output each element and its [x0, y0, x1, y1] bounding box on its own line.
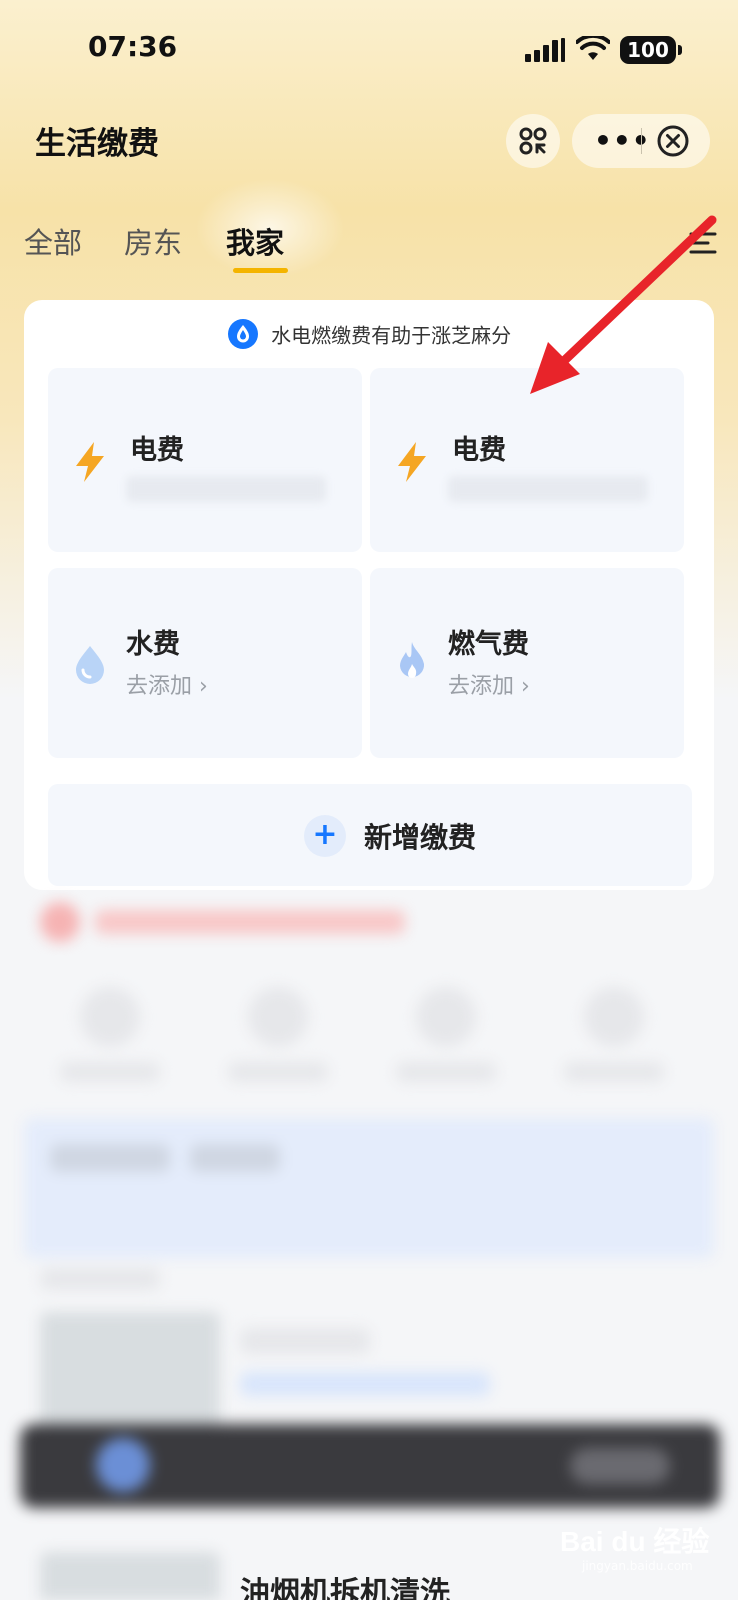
- blurred-floating-avatar: [96, 1438, 150, 1492]
- blurred-section-label: [40, 1268, 160, 1290]
- plus-icon: +: [304, 815, 346, 857]
- blurred-account-info: [126, 476, 326, 502]
- bill-tile-gas[interactable]: 燃气费 去添加 ›: [370, 568, 684, 758]
- blurred-shortcut-icon: [416, 987, 476, 1047]
- blurred-shortcut-label: [396, 1062, 496, 1082]
- tile-title: 水费: [126, 629, 180, 660]
- battery-indicator: 100: [620, 36, 682, 64]
- blurred-shortcut-icon: [248, 987, 308, 1047]
- tab-landlord[interactable]: 房东: [124, 220, 182, 262]
- watermark-text: Bai du 经验: [560, 1526, 710, 1557]
- partial-product-title: 油烟机拆机清洗: [240, 1576, 450, 1600]
- tile-title: 燃气费: [448, 629, 529, 660]
- blurred-product-title: [240, 1328, 370, 1354]
- flame-icon: [400, 642, 425, 678]
- status-bar: 07:36 100: [0, 0, 738, 100]
- active-tab-indicator: [233, 268, 288, 273]
- scan-button[interactable]: [506, 114, 560, 168]
- tab-all[interactable]: 全部: [24, 220, 82, 262]
- bill-tile-electricity-2[interactable]: 电费: [370, 368, 684, 552]
- payment-card: 水电燃缴费有助于涨芝麻分 电费 电费 水费 去添加 › 燃气费 去添加 › + …: [24, 300, 714, 890]
- blurred-content-area: [0, 892, 738, 1600]
- blurred-banner-title: [50, 1144, 170, 1172]
- status-time: 07:36: [88, 30, 178, 63]
- miniapp-capsule: •••: [572, 114, 710, 168]
- water-drop-icon: [76, 646, 104, 684]
- blurred-product-image: [40, 1552, 220, 1600]
- blurred-promo-icon: [40, 902, 80, 942]
- capsule-divider: [641, 128, 642, 154]
- tile-add-link[interactable]: 去添加 ›: [448, 668, 530, 700]
- blurred-account-info: [448, 476, 648, 502]
- bill-tile-electricity-1[interactable]: 电费: [48, 368, 362, 552]
- blurred-shortcut-label: [564, 1062, 664, 1082]
- page-title: 生活缴费: [35, 126, 159, 162]
- close-icon[interactable]: [656, 124, 690, 158]
- add-payment-label: 新增缴费: [364, 821, 477, 854]
- blurred-shortcut-icon: [584, 987, 644, 1047]
- sesame-credit-banner[interactable]: 水电燃缴费有助于涨芝麻分: [24, 318, 714, 354]
- sesame-banner-text: 水电燃缴费有助于涨芝麻分: [271, 323, 512, 348]
- blurred-promo-text: [95, 910, 405, 934]
- sesame-drop-icon: [227, 319, 258, 349]
- watermark-url: jingyan.baidu.com: [582, 1559, 693, 1573]
- list-menu-icon[interactable]: [688, 228, 718, 258]
- tile-title: 电费: [130, 435, 184, 466]
- blurred-shortcut-label: [228, 1062, 328, 1082]
- bill-tile-water[interactable]: 水费 去添加 ›: [48, 568, 362, 758]
- category-tabs: 全部 房东 我家: [0, 178, 738, 278]
- blurred-shortcut-label: [60, 1062, 160, 1082]
- wifi-icon: [576, 36, 610, 60]
- add-payment-button[interactable]: + 新增缴费: [48, 784, 692, 886]
- tab-my-home[interactable]: 我家: [226, 220, 284, 262]
- lightning-icon: [76, 442, 104, 482]
- blurred-shortcut-icon: [80, 987, 140, 1047]
- blurred-banner-title: [190, 1144, 280, 1172]
- blurred-product-tags: [240, 1372, 490, 1396]
- more-icon[interactable]: •••: [594, 124, 651, 157]
- scan-icon: [519, 127, 547, 155]
- tile-title: 电费: [452, 435, 506, 466]
- baidu-watermark: Bai du 经验 jingyan.baidu.com: [560, 1512, 710, 1573]
- lightning-icon: [398, 442, 426, 482]
- blurred-banner: [24, 1118, 714, 1258]
- cellular-signal-icon: [525, 38, 565, 62]
- blurred-floating-button: [570, 1448, 670, 1484]
- tile-add-link[interactable]: 去添加 ›: [126, 668, 208, 700]
